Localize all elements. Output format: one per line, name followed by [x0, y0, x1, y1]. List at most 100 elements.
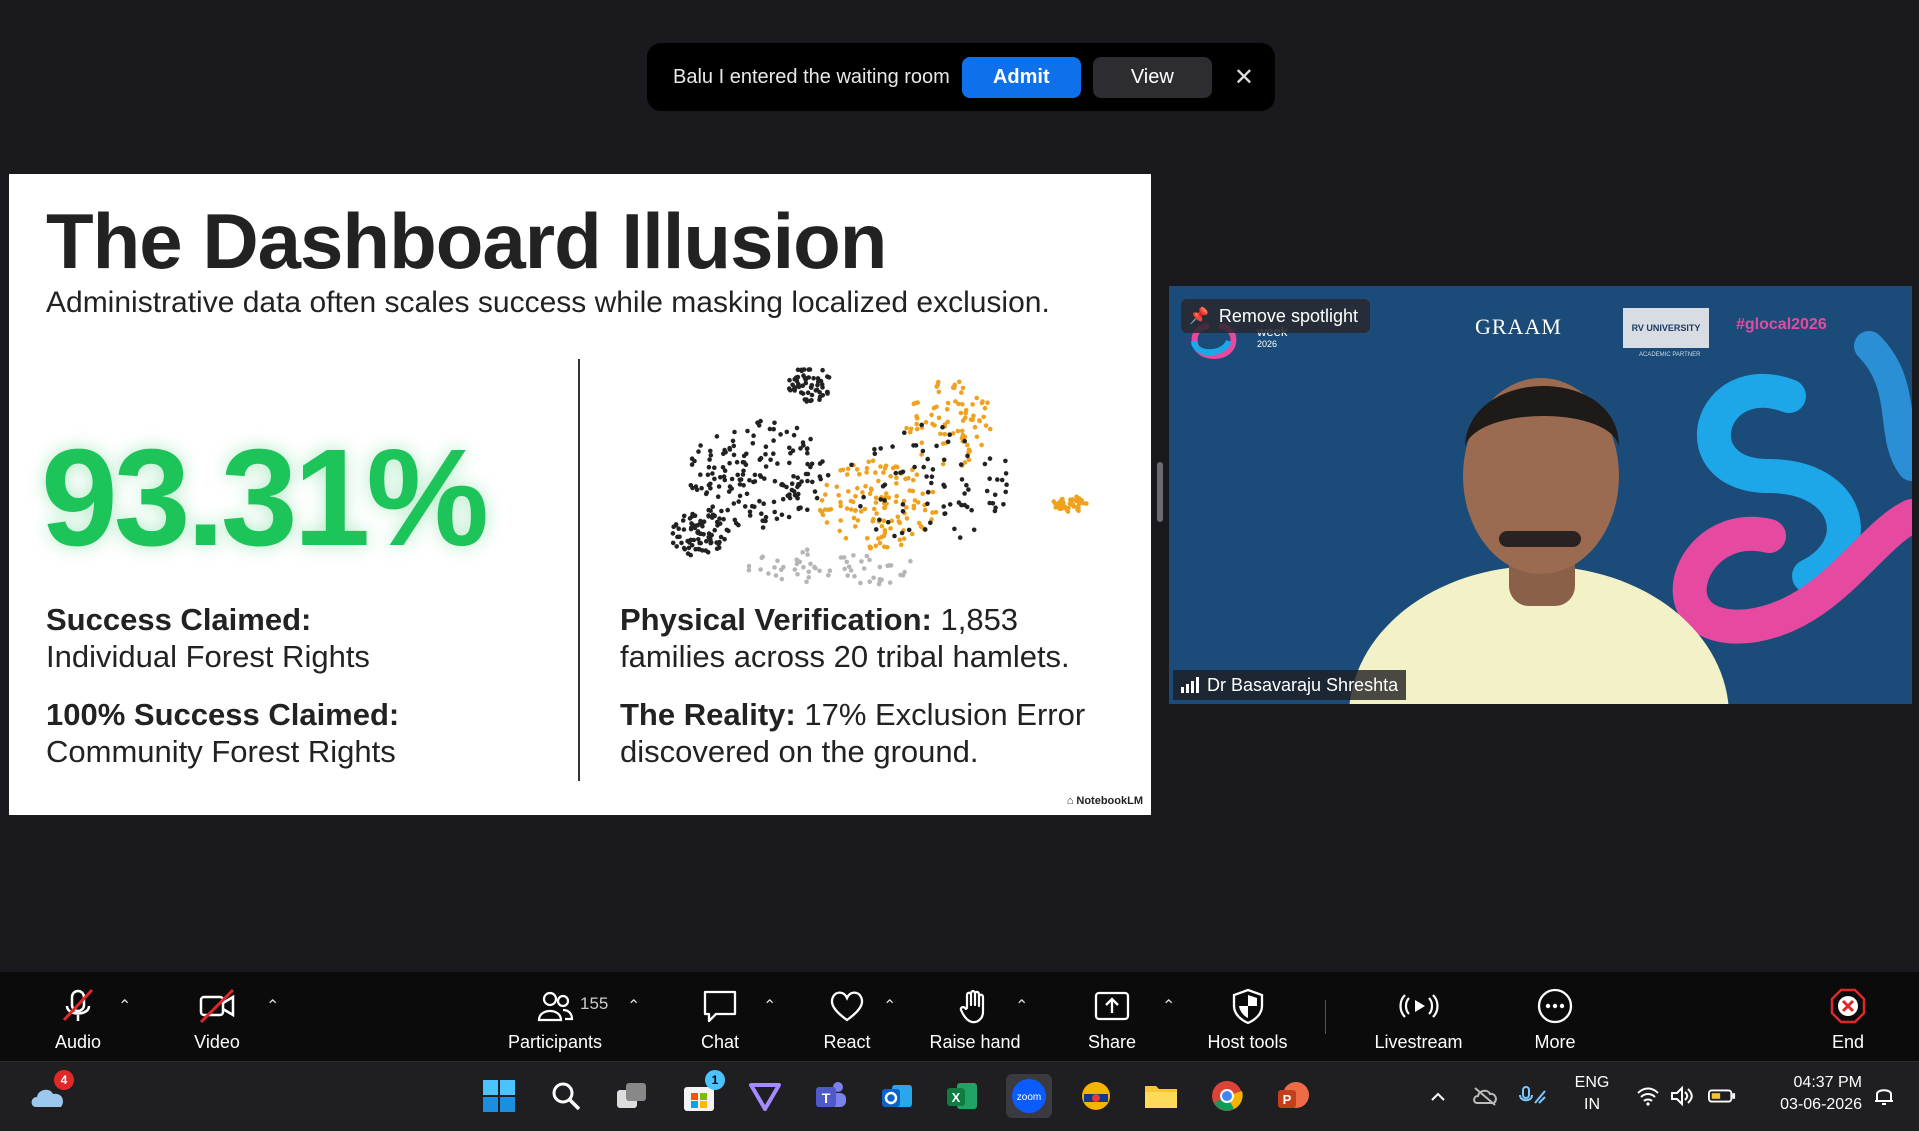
scatter-dot [971, 413, 976, 419]
pane-resize-handle[interactable] [1157, 462, 1163, 522]
scatter-dot [995, 477, 1000, 482]
scatter-dot [771, 438, 776, 443]
scatter-dot [920, 491, 925, 497]
rv-university-logo: RV UNIVERSITY [1623, 308, 1709, 348]
scatter-dot [815, 382, 820, 388]
battery-icon[interactable] [1708, 1082, 1736, 1110]
chat-button[interactable]: Chat [680, 972, 760, 1061]
scatter-dot [834, 484, 840, 490]
scatter-dot [862, 506, 868, 512]
svg-text:P: P [1283, 1092, 1292, 1107]
show-hidden-icons-chevron-icon[interactable] [1424, 1082, 1452, 1110]
video-button[interactable]: Video [177, 972, 257, 1061]
microphone-in-use-icon[interactable] [1519, 1082, 1547, 1110]
audio-button[interactable]: Audio [38, 972, 118, 1061]
scatter-dot [812, 489, 818, 494]
teams-icon: T [816, 1082, 846, 1107]
more-button[interactable]: More [1515, 972, 1595, 1061]
share-button[interactable]: Share [1072, 972, 1152, 1061]
scatter-dot [801, 373, 806, 378]
system-clock[interactable]: 04:37 PM 03-06-2026 [1752, 1072, 1862, 1116]
windows-taskbar: 4 1 T X zoom P ENG IN 04:37 PM 03-06-202… [0, 1061, 1919, 1131]
scatter-dot [791, 474, 796, 479]
video-options-caret-icon[interactable]: ⌃ [266, 996, 279, 1016]
file-explorer-app[interactable] [1141, 1076, 1181, 1116]
scatter-dot [697, 547, 702, 552]
graam-logo: GRAAM [1475, 314, 1562, 339]
chrome-app[interactable] [1207, 1076, 1247, 1116]
scatter-dot [710, 504, 715, 509]
scatter-dot [714, 546, 720, 552]
scatter-dot [930, 467, 936, 472]
participants-options-caret-icon[interactable]: ⌃ [627, 996, 640, 1016]
scatter-dot [962, 438, 967, 444]
wifi-icon[interactable] [1634, 1082, 1662, 1110]
scatter-dot [873, 500, 879, 505]
remove-spotlight-button[interactable]: 📌 Remove spotlight [1181, 299, 1370, 333]
search-taskbar-button[interactable] [546, 1076, 586, 1116]
end-meeting-button[interactable]: End [1808, 972, 1888, 1061]
outlook-app[interactable] [877, 1076, 917, 1116]
scatter-dot [999, 477, 1005, 483]
scatter-dot [959, 477, 965, 482]
raise-hand-options-caret-icon[interactable]: ⌃ [1015, 996, 1028, 1016]
scatter-dot [704, 538, 709, 544]
scatter-dot [837, 528, 842, 534]
scatter-dot [873, 543, 879, 549]
scatter-dot [890, 444, 895, 449]
scatter-dot [877, 564, 883, 570]
react-button[interactable]: React [807, 972, 887, 1061]
participants-button[interactable]: Participants [500, 972, 610, 1061]
audio-options-caret-icon[interactable]: ⌃ [118, 996, 131, 1016]
input-language-indicator[interactable]: ENG IN [1572, 1072, 1612, 1116]
svg-text:T: T [822, 1090, 831, 1106]
raise-hand-button[interactable]: Raise hand [920, 972, 1030, 1061]
teams-app[interactable]: T [811, 1076, 851, 1116]
powerpoint-app[interactable]: P [1273, 1076, 1313, 1116]
zoom-app[interactable]: zoom [1006, 1074, 1052, 1118]
scatter-dot [771, 499, 777, 505]
scatter-dot [930, 489, 936, 495]
scatter-dot [950, 385, 956, 390]
scatter-dot [947, 432, 952, 437]
start-button[interactable] [479, 1076, 519, 1116]
point-heading-reality: The Reality: [620, 697, 796, 732]
chat-options-caret-icon[interactable]: ⌃ [763, 996, 776, 1016]
volume-icon[interactable] [1668, 1082, 1696, 1110]
speaker-video-tile[interactable]: week 2026 GRAAM RV UNIVERSITY ACADEMIC P… [1169, 286, 1912, 704]
scatter-dot [1003, 458, 1008, 464]
share-options-caret-icon[interactable]: ⌃ [1162, 996, 1175, 1016]
scatter-dot [825, 473, 831, 478]
scatter-dot [909, 531, 915, 537]
host-tools-button[interactable]: Host tools [1195, 972, 1300, 1061]
view-button[interactable]: View [1092, 56, 1212, 98]
copilot-app[interactable] [745, 1076, 785, 1116]
livestream-button[interactable]: Livestream [1366, 972, 1471, 1061]
task-view-button[interactable] [612, 1076, 652, 1116]
participants-label: Participants [507, 1032, 603, 1052]
scatter-dot [731, 443, 737, 449]
scatter-dot [850, 499, 856, 505]
windows-start-icon [483, 1080, 515, 1112]
admit-button[interactable]: Admit [961, 56, 1081, 98]
scatter-dot [982, 461, 988, 467]
speaker-name-text: Dr Basavaraju Shreshta [1207, 674, 1399, 695]
excel-app[interactable]: X [942, 1076, 982, 1116]
onedrive-off-icon[interactable] [1471, 1082, 1499, 1110]
react-options-caret-icon[interactable]: ⌃ [883, 996, 896, 1016]
scatter-dot [805, 446, 810, 451]
weather-widget[interactable]: 4 [28, 1070, 74, 1116]
scatter-dot [962, 491, 967, 496]
scatter-dot [755, 420, 760, 425]
notifications-icon[interactable] [1870, 1082, 1898, 1110]
scatter-dot [882, 544, 887, 549]
scatter-dot [734, 459, 740, 465]
scatter-dot [805, 461, 810, 467]
scatter-dot [763, 444, 769, 449]
scatter-dot [979, 442, 984, 448]
app-pinned-7[interactable] [1076, 1076, 1116, 1116]
close-notification-icon[interactable]: ✕ [1234, 63, 1254, 92]
scatter-dot [920, 448, 926, 454]
meeting-stage: Balu I entered the waiting room Admit Vi… [0, 0, 1919, 972]
microsoft-store-app[interactable]: 1 [679, 1070, 725, 1116]
